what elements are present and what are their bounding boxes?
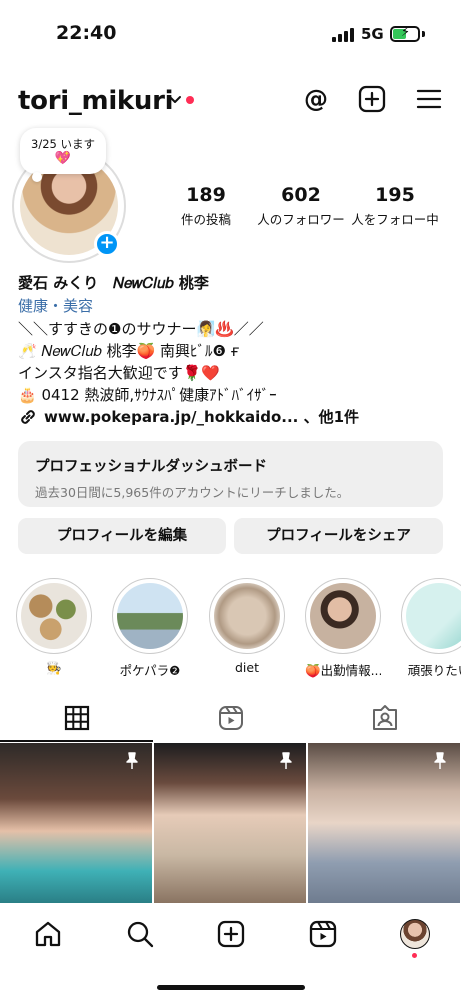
- posts-stat[interactable]: 189 件の投稿: [158, 184, 254, 228]
- tagged-icon[interactable]: [371, 704, 399, 732]
- status-bar: 22:40 5G ⚡: [0, 0, 461, 66]
- note-tail: [32, 172, 42, 182]
- profile-avatar-icon[interactable]: [400, 919, 430, 949]
- username[interactable]: tori_mikuri: [18, 86, 174, 116]
- network-label: 5G: [361, 25, 384, 43]
- highlight-cover: [310, 583, 376, 649]
- followers-count: 602: [281, 184, 321, 206]
- chevron-down-icon[interactable]: [167, 88, 183, 112]
- followers-label: 人のフォロワー: [257, 212, 345, 227]
- followers-stat[interactable]: 602 人のフォロワー: [256, 184, 346, 228]
- home-indicator: [157, 985, 305, 990]
- share-profile-button[interactable]: プロフィールをシェア: [234, 518, 443, 554]
- pin-icon: [280, 752, 292, 769]
- threads-icon[interactable]: @: [301, 84, 331, 114]
- following-label: 人をフォロー中: [351, 212, 439, 227]
- grid-icon[interactable]: [63, 704, 91, 732]
- dashboard-title: プロフェッショナルダッシュボード: [35, 459, 267, 475]
- reels-icon[interactable]: [308, 919, 338, 949]
- bio-line: ＼＼すすきの❶のサウナー🧖‍♀️♨️／／: [18, 320, 264, 338]
- highlight-item[interactable]: diet: [209, 578, 285, 675]
- professional-dashboard[interactable]: プロフェッショナルダッシュボード 過去30日間に5,965件のアカウントにリーチ…: [18, 441, 443, 507]
- dashboard-subtitle: 過去30日間に5,965件のアカウントにリーチしました。: [35, 485, 350, 500]
- highlight-cover: [406, 583, 461, 649]
- profile-tabs: [0, 700, 461, 742]
- highlight-item[interactable]: 頑張りたい: [401, 578, 461, 679]
- battery-icon: ⚡: [390, 25, 420, 42]
- post-thumbnail[interactable]: [0, 743, 152, 903]
- pin-icon: [126, 752, 138, 769]
- note-text: 3/25 います: [31, 137, 95, 151]
- menu-icon[interactable]: [414, 84, 444, 114]
- notification-dot: [412, 953, 417, 958]
- link-text: www.pokepara.jp/_hokkaido... 、他1件: [44, 408, 360, 426]
- bio-link[interactable]: www.pokepara.jp/_hokkaido... 、他1件: [18, 406, 359, 427]
- following-count: 195: [375, 184, 415, 206]
- create-post-icon[interactable]: [357, 84, 387, 114]
- posts-label: 件の投稿: [180, 212, 231, 227]
- highlight-cover: [117, 583, 183, 649]
- posts-count: 189: [186, 184, 226, 206]
- signal-icon: [332, 28, 354, 42]
- note-bubble[interactable]: 3/25 います 💖: [20, 128, 106, 174]
- bio-line: 🎂 0412 熱波師,ｻｳﾅｽﾊﾟ健康ｱﾄﾞﾊﾞｲｻﾞｰ: [18, 386, 277, 404]
- active-tab-indicator: [0, 740, 153, 742]
- notification-dot: [186, 96, 194, 104]
- highlight-label: 🧑‍🍳: [46, 660, 62, 675]
- status-time: 22:40: [56, 22, 117, 44]
- highlight-item[interactable]: ポケパラ❷: [112, 578, 188, 679]
- highlight-cover: [21, 583, 87, 649]
- svg-text:@: @: [304, 85, 328, 113]
- heart-icon: 💖: [54, 151, 72, 166]
- highlight-label: diet: [235, 660, 259, 675]
- following-stat[interactable]: 195 人をフォロー中: [350, 184, 440, 228]
- post-thumbnail[interactable]: [308, 743, 460, 903]
- search-icon[interactable]: [125, 919, 155, 949]
- highlight-label: ポケパラ❷: [119, 663, 181, 678]
- add-story-icon[interactable]: +: [94, 231, 120, 257]
- highlight-cover: [214, 583, 280, 649]
- link-icon: [21, 409, 35, 424]
- pin-icon: [434, 752, 446, 769]
- bio-line: 🥂 𝑁𝑒𝑤𝐶𝑙𝑢𝑏 桃李🍑 南興ﾋﾞﾙ❻ ғ: [18, 342, 240, 360]
- highlight-label: 🍑出勤情報...: [305, 663, 381, 678]
- highlight-item[interactable]: 🍑出勤情報...: [305, 578, 381, 679]
- edit-profile-button[interactable]: プロフィールを編集: [18, 518, 226, 554]
- highlight-item[interactable]: 🧑‍🍳: [16, 578, 92, 676]
- home-icon[interactable]: [33, 919, 63, 949]
- post-thumbnail[interactable]: [154, 743, 306, 903]
- category-label: 健康・美容: [18, 297, 94, 315]
- bio-line: インスタ指名大歓迎です🌹❤️: [18, 364, 221, 382]
- display-name: 愛石 みくり 𝑁𝑒𝑤𝐶𝑙𝑢𝑏 桃李: [18, 274, 209, 292]
- reels-icon[interactable]: [217, 704, 245, 732]
- create-icon[interactable]: [216, 919, 246, 949]
- highlight-label: 頑張りたい: [407, 663, 461, 678]
- profile-header: tori_mikuri @: [0, 78, 461, 122]
